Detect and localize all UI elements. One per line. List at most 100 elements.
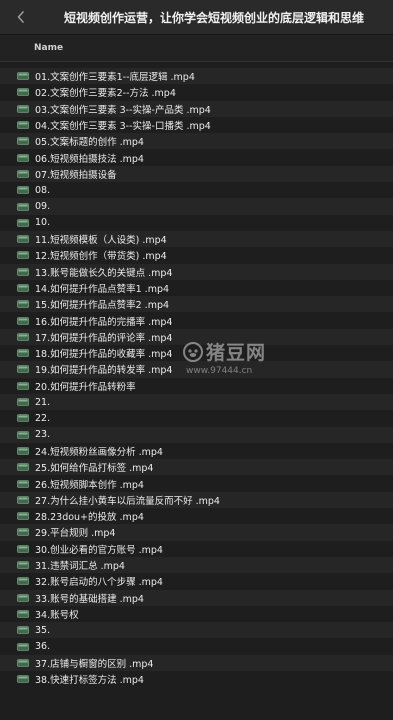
file-row[interactable]: 34.账号权 <box>0 605 393 623</box>
file-name: 16.如何提升作品的完播率 .mp4 <box>35 316 173 328</box>
video-file-icon <box>17 316 29 325</box>
file-row[interactable]: 12.短视频创作（带货类) .mp4 <box>0 247 393 264</box>
file-name: 20.如何提升作品转粉率 <box>35 381 136 393</box>
video-file-icon <box>17 479 29 488</box>
video-file-icon <box>17 463 29 472</box>
file-row[interactable]: 35. <box>0 622 393 639</box>
video-file-icon <box>17 72 29 80</box>
video-file-icon <box>17 104 29 113</box>
file-name: 06.短视频拍摄技法 .mp4 <box>35 153 144 165</box>
video-file-icon <box>17 202 29 211</box>
chevron-left-icon <box>17 11 24 23</box>
file-row[interactable]: 16.如何提升作品的完播率 .mp4 <box>0 312 393 329</box>
video-file-icon <box>17 170 29 178</box>
video-file-icon <box>17 349 29 357</box>
file-name: 28.23dou+的投放 .mp4 <box>35 512 144 524</box>
watermark-url: www.97444.cn <box>186 366 253 376</box>
file-name: 37.店铺与橱窗的区别 .mp4 <box>35 658 154 670</box>
file-name: 15.如何提升作品点赞率2 .mp4 <box>35 300 170 312</box>
watermark-text: 猪豆网 <box>206 342 267 364</box>
file-row[interactable]: 22. <box>0 410 393 427</box>
file-name: 17.如何提升作品的评论率 .mp4 <box>35 332 173 344</box>
file-name: 21. <box>35 396 51 408</box>
file-row[interactable]: 13.账号能做长久的关键点 .mp4 <box>0 263 393 280</box>
watermark-logo-icon <box>183 341 203 362</box>
file-name: 27.为什么挂小黄车以后流量反而不好 .mp4 <box>35 495 220 507</box>
file-row[interactable]: 30.创业必看的官方账号 .mp4 <box>0 540 393 557</box>
file-row[interactable]: 09. <box>0 198 393 215</box>
file-row[interactable]: 02.文案创作三要素2--方法 .mp4 <box>0 84 393 101</box>
file-name: 29.平台规则 .mp4 <box>35 528 116 540</box>
file-name: 30.创业必看的官方账号 .mp4 <box>35 544 163 556</box>
video-file-icon <box>17 153 29 162</box>
file-name: 09. <box>35 201 51 213</box>
video-file-icon <box>17 186 29 195</box>
file-name: 08. <box>35 184 51 196</box>
file-row[interactable]: 33.账号的基础搭建 .mp4 <box>0 589 393 606</box>
name-column-header[interactable]: Name <box>0 35 393 62</box>
video-file-icon <box>17 121 29 129</box>
file-name: 10. <box>35 217 51 229</box>
video-file-icon <box>17 496 29 504</box>
video-file-icon <box>17 414 29 423</box>
file-row[interactable]: 14.如何提升作品点赞率1 .mp4 <box>0 279 393 297</box>
video-file-icon <box>17 300 29 309</box>
file-row[interactable]: 15.如何提升作品点赞率2 .mp4 <box>0 296 393 313</box>
file-name: 25.如何给作品打标签 .mp4 <box>35 463 154 475</box>
watermark: 猪豆网 <box>182 338 266 365</box>
file-name: 13.账号能做长久的关键点 .mp4 <box>35 267 173 279</box>
file-row[interactable]: 28.23dou+的投放 .mp4 <box>0 508 393 525</box>
file-row[interactable]: 04.文案创作三要素 3--实操-口播类 .mp4 <box>0 116 393 134</box>
video-file-icon <box>17 528 29 537</box>
video-file-icon <box>17 381 29 390</box>
file-row[interactable]: 20.如何提升作品转粉率 <box>0 377 393 394</box>
file-name: 03.文案创作三要素 3--实操-产品类 .mp4 <box>35 104 211 116</box>
file-row[interactable]: 37.店铺与橱窗的区别 .mp4 <box>0 654 393 671</box>
file-row[interactable]: 03.文案创作三要素 3--实操-产品类 .mp4 <box>0 100 393 117</box>
file-name: 36. <box>35 641 51 653</box>
file-name: 23. <box>35 429 51 441</box>
file-name: 34.账号权 <box>35 609 79 621</box>
video-file-icon <box>17 610 29 618</box>
file-name: 02.文案创作三要素2--方法 .mp4 <box>35 88 176 100</box>
video-file-icon <box>17 251 29 260</box>
file-name: 18.如何提升作品的收藏率 .mp4 <box>35 349 173 361</box>
file-row[interactable]: 23. <box>0 426 393 443</box>
video-file-icon <box>17 561 29 569</box>
video-file-icon <box>17 659 29 667</box>
file-row[interactable]: 38.快速打标签方法 .mp4 <box>0 670 393 688</box>
file-name: 35. <box>35 624 51 636</box>
file-row[interactable]: 07.短视频拍摄设备 <box>0 165 393 183</box>
file-row[interactable]: 31.违禁词汇总 .mp4 <box>0 556 393 574</box>
file-row[interactable]: 08. <box>0 182 393 199</box>
file-row[interactable]: 24.短视频粉丝画像分析 .mp4 <box>0 442 393 460</box>
file-name: 04.文案创作三要素 3--实操-口播类 .mp4 <box>35 121 211 133</box>
file-row[interactable]: 29.平台规则 .mp4 <box>0 524 393 541</box>
video-file-icon <box>17 88 29 97</box>
file-name: 33.账号的基础搭建 .mp4 <box>35 593 144 605</box>
video-file-icon <box>17 577 29 586</box>
video-file-icon <box>17 219 29 227</box>
file-row[interactable]: 10. <box>0 214 393 231</box>
video-file-icon <box>17 512 29 520</box>
video-file-icon <box>17 267 29 276</box>
file-row[interactable]: 27.为什么挂小黄车以后流量反而不好 .mp4 <box>0 491 393 509</box>
file-row[interactable]: 25.如何给作品打标签 .mp4 <box>0 459 393 476</box>
file-row[interactable]: 06.短视频拍摄技法 .mp4 <box>0 149 393 166</box>
back-button[interactable] <box>8 0 34 34</box>
file-row[interactable]: 05.文案标题的创作 .mp4 <box>0 133 393 150</box>
file-row[interactable]: 26.短视频脚本创作 .mp4 <box>0 475 393 492</box>
file-name: 22. <box>35 412 51 424</box>
file-row[interactable]: 36. <box>0 638 393 655</box>
file-row[interactable]: 32.账号启动的八个步骤 .mp4 <box>0 573 393 590</box>
file-row[interactable]: 11.短视频模板（人设类) .mp4 <box>0 230 393 248</box>
file-name: 01.文案创作三要素1--底层逻辑 .mp4 <box>35 72 195 84</box>
video-file-icon <box>17 593 29 602</box>
file-row[interactable]: 01.文案创作三要素1--底层逻辑 .mp4 <box>0 68 393 85</box>
video-file-icon <box>17 675 29 683</box>
file-name: 14.如何提升作品点赞率1 .mp4 <box>35 284 170 295</box>
video-file-icon <box>17 235 29 243</box>
file-row[interactable]: 21. <box>0 393 393 411</box>
file-name: 12.短视频创作（带货类) .mp4 <box>35 251 167 263</box>
file-name: 07.短视频拍摄设备 <box>35 169 117 181</box>
